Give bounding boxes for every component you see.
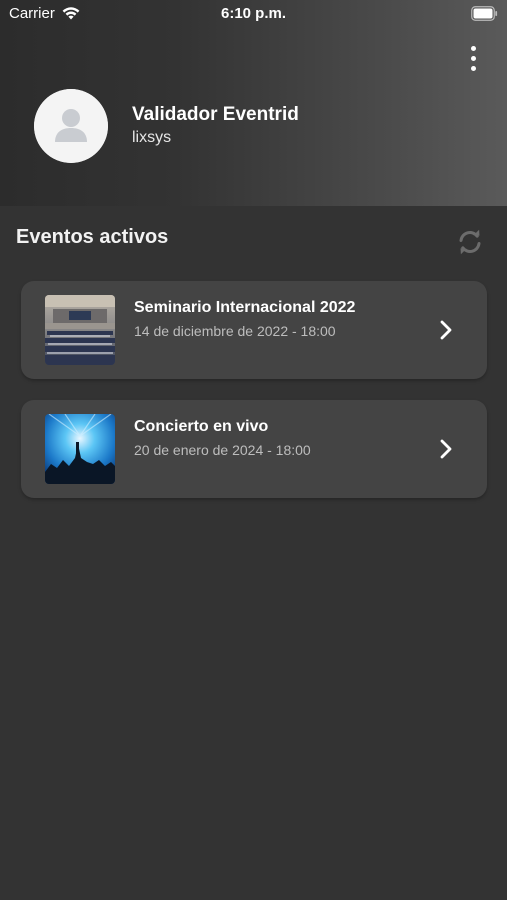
refresh-icon[interactable] — [456, 228, 484, 256]
event-date: 20 de enero de 2024 - 18:00 — [134, 442, 311, 458]
event-date: 14 de diciembre de 2022 - 18:00 — [134, 323, 336, 339]
battery-icon — [471, 6, 498, 21]
user-placeholder-icon — [34, 89, 108, 163]
more-vertical-icon-dot — [470, 55, 476, 61]
more-vertical-icon — [470, 45, 476, 51]
status-time: 6:10 p.m. — [220, 5, 287, 22]
profile-name: Validador Eventrid — [132, 104, 299, 125]
status-bar: Carrier 6:10 p.m. — [0, 0, 507, 28]
chevron-right-icon — [440, 320, 452, 340]
conference-hall-image — [45, 295, 115, 365]
event-card[interactable]: Seminario Internacional 2022 14 de dicie… — [21, 281, 487, 379]
event-card[interactable]: Concierto en vivo 20 de enero de 2024 - … — [21, 400, 487, 498]
screen: Carrier 6:10 p.m. Validador Eventrid lix… — [0, 0, 507, 900]
concert-crowd-image — [45, 414, 115, 484]
more-menu-button[interactable] — [460, 42, 486, 74]
profile-username: lixsys — [132, 129, 172, 146]
event-title: Seminario Internacional 2022 — [134, 299, 356, 316]
chevron-right-icon — [440, 439, 452, 459]
event-title: Concierto en vivo — [134, 418, 269, 435]
section-title: Eventos activos — [16, 226, 169, 248]
more-vertical-icon-dot — [470, 65, 476, 71]
avatar — [34, 89, 108, 163]
